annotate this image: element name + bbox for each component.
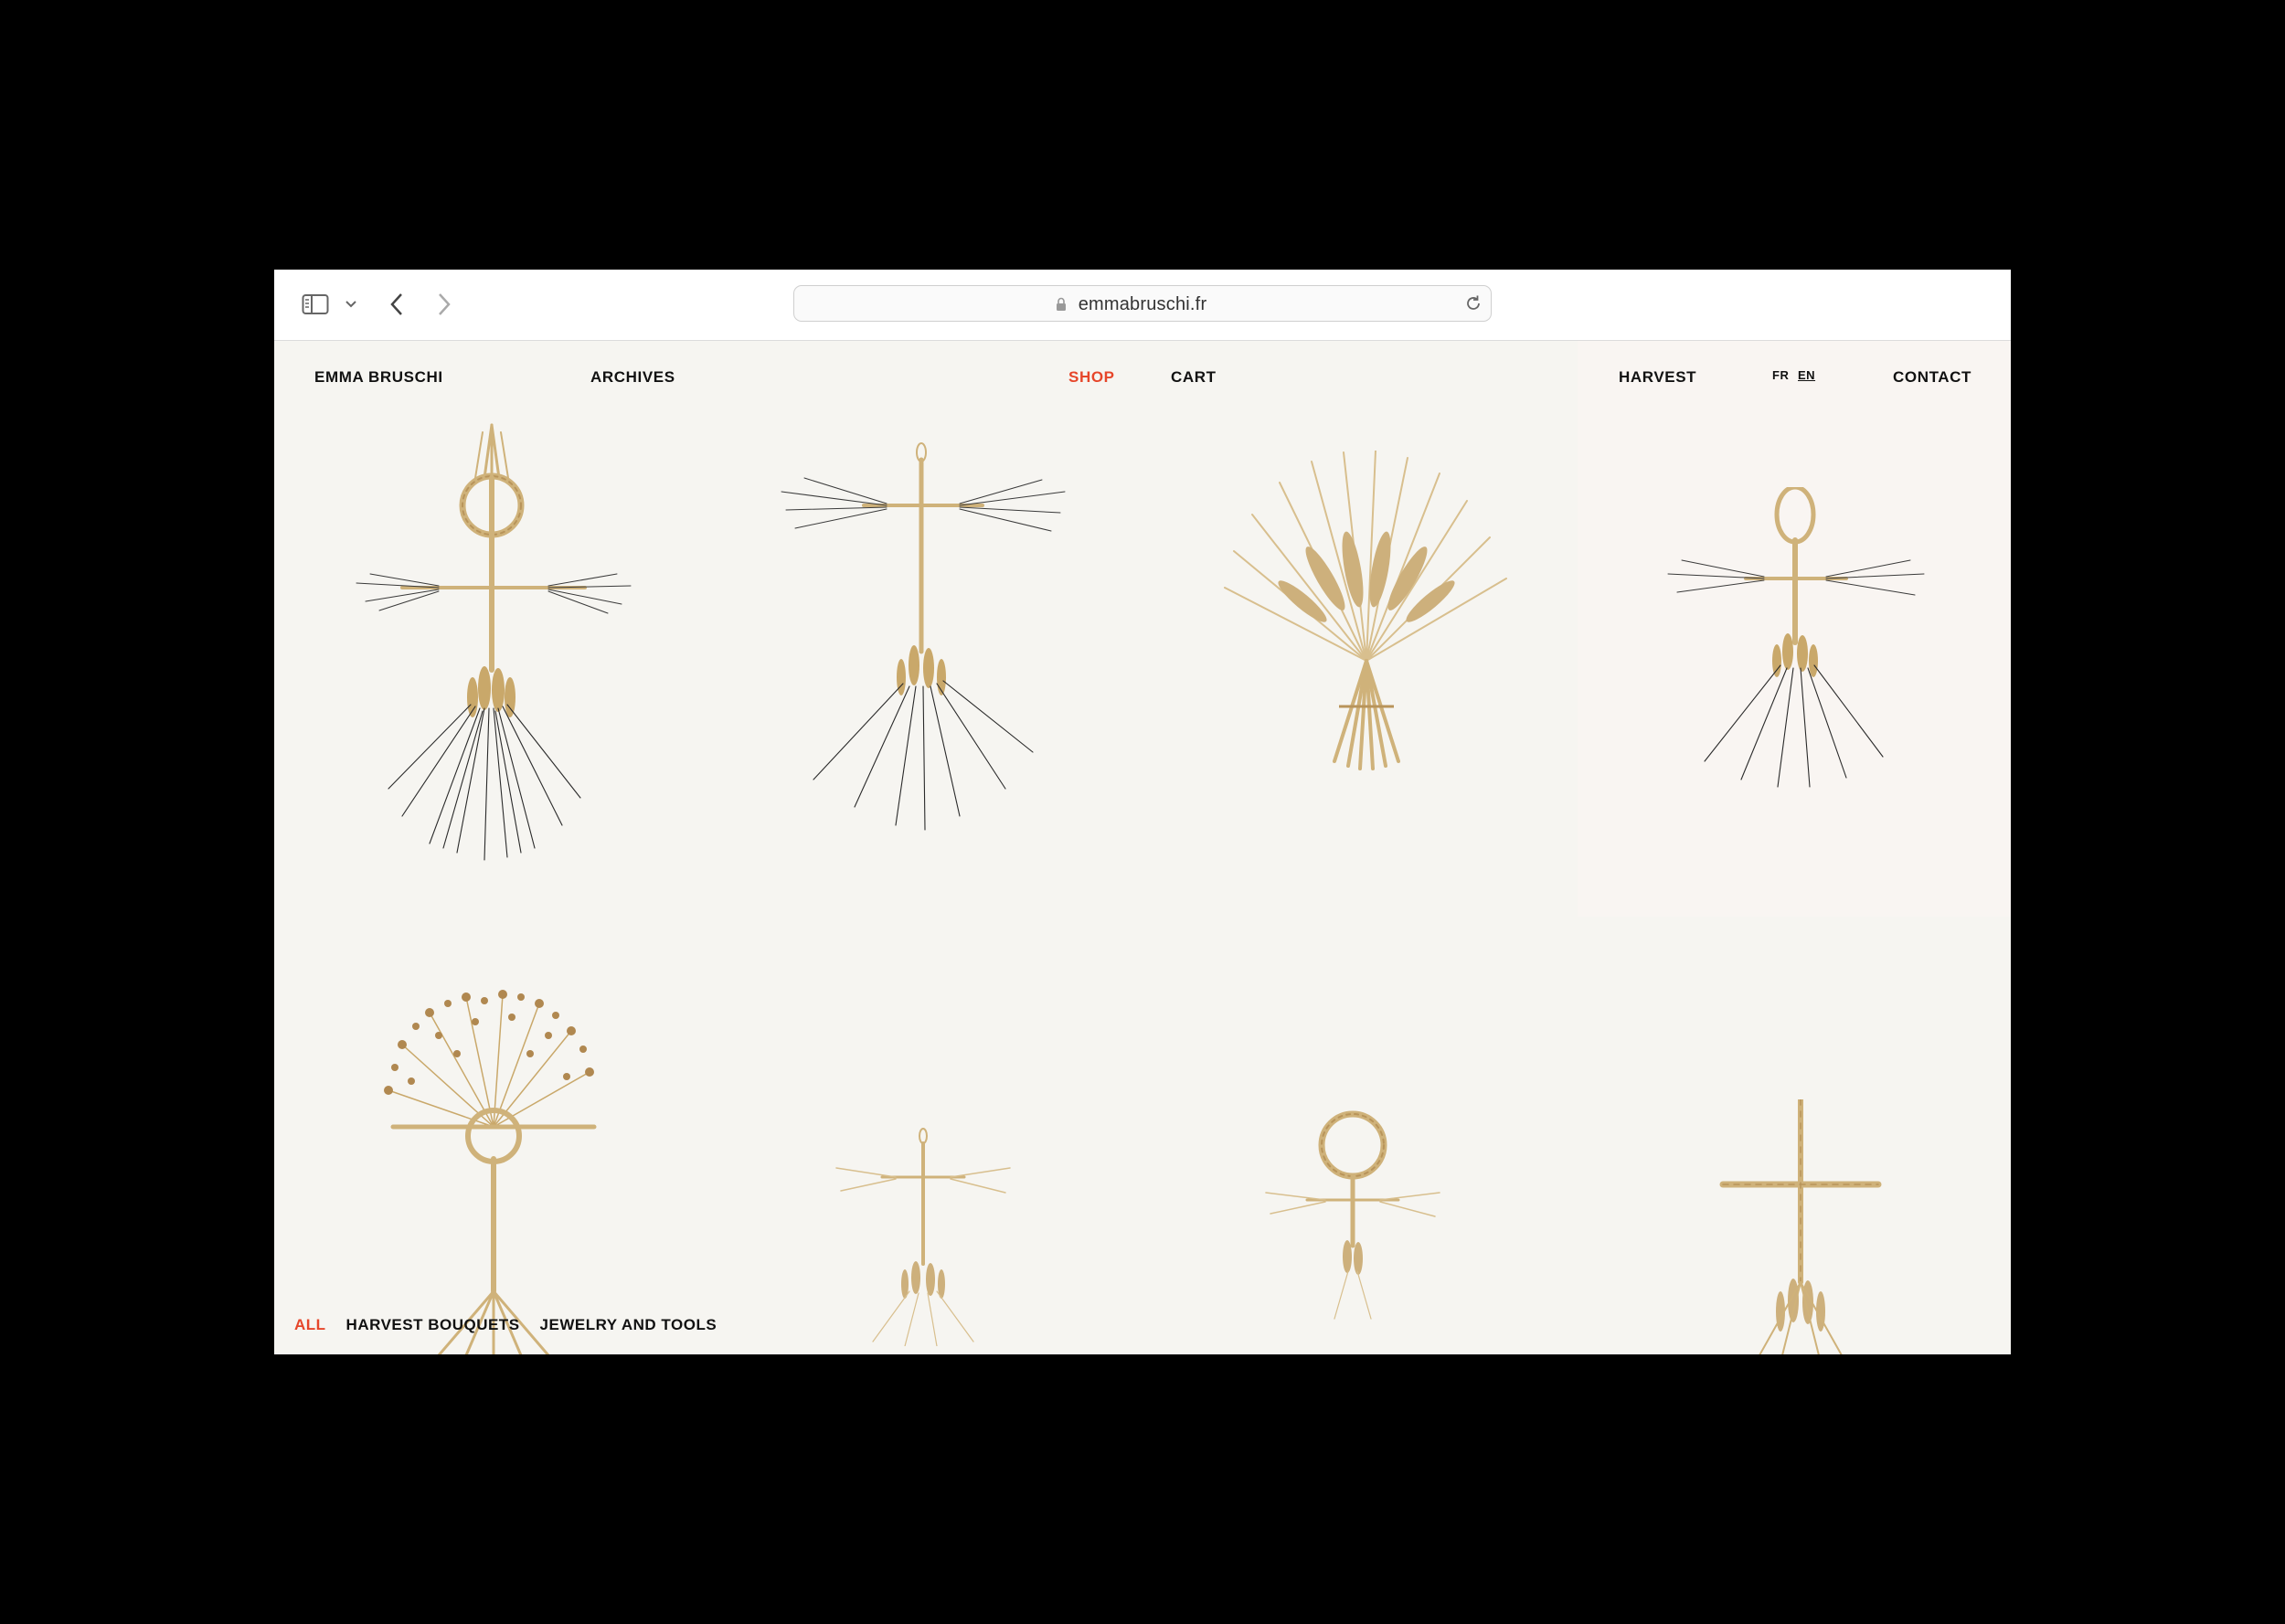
nav-cart[interactable]: CART xyxy=(1171,368,1217,387)
category-filters: ALL HARVEST BOUQUETS JEWELRY AND TOOLS xyxy=(294,1316,717,1334)
browser-toolbar: emmabruschi.fr xyxy=(274,270,2011,341)
lang-fr[interactable]: FR xyxy=(1772,368,1789,382)
nav-harvest[interactable]: HARVEST xyxy=(1619,368,1696,387)
product-straw-figure-wreath[interactable] xyxy=(347,423,640,862)
filter-jewelry-and-tools[interactable]: JEWELRY AND TOOLS xyxy=(540,1316,717,1334)
forward-icon[interactable] xyxy=(435,290,453,319)
filter-all[interactable]: ALL xyxy=(294,1316,326,1334)
chevron-down-icon[interactable] xyxy=(344,290,358,319)
brand-link[interactable]: EMMA BRUSCHI xyxy=(314,368,443,387)
product-small-wheat-figure[interactable] xyxy=(832,1127,1015,1346)
address-bar[interactable]: emmabruschi.fr xyxy=(793,285,1492,322)
product-flax-bouquet-cross[interactable] xyxy=(375,990,612,1354)
lang-en[interactable]: EN xyxy=(1798,368,1815,382)
url-text: emmabruschi.fr xyxy=(1078,294,1207,314)
reload-icon[interactable] xyxy=(1463,293,1483,318)
nav-contact[interactable]: CONTACT xyxy=(1893,368,1971,387)
nav-archives[interactable]: ARCHIVES xyxy=(590,368,675,387)
product-small-wreath-ankh[interactable] xyxy=(1261,1109,1444,1328)
site-content: EMMA BRUSCHI ARCHIVES SHOP CART HARVEST … xyxy=(274,341,2011,1354)
filter-harvest-bouquets[interactable]: HARVEST BOUQUETS xyxy=(346,1316,520,1334)
product-straw-cross[interactable] xyxy=(1709,1099,1892,1354)
product-wheat-fan[interactable] xyxy=(1216,451,1517,770)
browser-window: emmabruschi.fr EMMA BRUSCHI ARCHIVES SHO… xyxy=(274,270,2011,1354)
sidebar-toggle-icon[interactable] xyxy=(302,290,329,319)
nav-shop[interactable]: SHOP xyxy=(1068,368,1115,387)
product-straw-figure-loop[interactable] xyxy=(1663,487,1929,789)
product-straw-figure-cross[interactable] xyxy=(777,441,1069,834)
back-icon[interactable] xyxy=(388,290,406,319)
